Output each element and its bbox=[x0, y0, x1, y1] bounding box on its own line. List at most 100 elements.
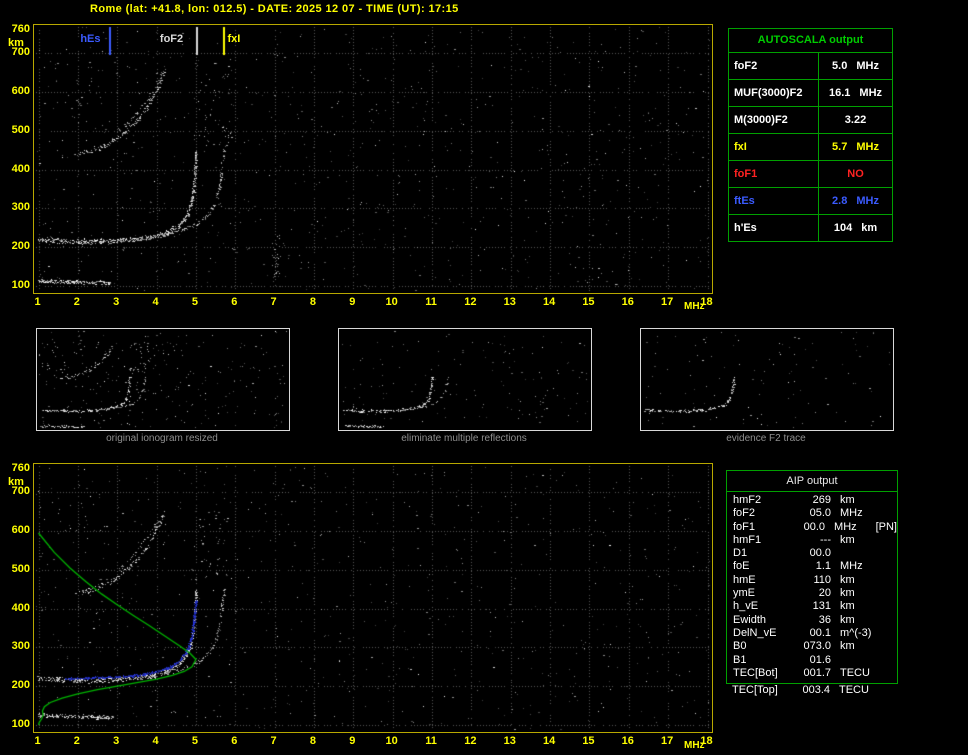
parameter-value: 00.0 bbox=[809, 547, 831, 560]
table-row: foF2 5.0 MHz bbox=[729, 53, 892, 80]
marker-label-hEs: hEs bbox=[80, 33, 101, 45]
x-axis-tick: 6 bbox=[231, 296, 238, 308]
parameter-name: MUF(3000)F2 bbox=[729, 80, 819, 106]
panel-original-ionogram bbox=[36, 328, 290, 431]
x-axis-tick: 11 bbox=[425, 296, 437, 308]
parameter-unit: MHz bbox=[834, 520, 857, 533]
parameter-note bbox=[880, 494, 897, 507]
panel-eliminate-canvas bbox=[339, 329, 591, 430]
parameter-note bbox=[880, 667, 897, 680]
table-row: MUF(3000)F2 16.1 MHz bbox=[729, 80, 892, 107]
profile-ionogram-canvas bbox=[34, 464, 712, 732]
parameter-value: 110 bbox=[813, 573, 831, 586]
panel-evidence-f2-trace bbox=[640, 328, 894, 431]
x-axis-tick: 13 bbox=[503, 296, 516, 308]
parameter-name: foE bbox=[733, 560, 750, 573]
value-unit: km bbox=[861, 222, 878, 234]
y-axis-tick: 100 bbox=[11, 718, 30, 730]
parameter-value: 5.0 MHz bbox=[819, 60, 892, 72]
x-axis-tick: 13 bbox=[503, 735, 516, 747]
table-row: h_vE 131 km bbox=[727, 600, 897, 613]
x-axis-tick: 5 bbox=[191, 735, 198, 747]
parameter-name: fxI bbox=[729, 134, 819, 160]
table-row: hmF2 269 km bbox=[727, 494, 897, 507]
parameter-name: ftEs bbox=[729, 188, 819, 214]
x-axis-tick: 14 bbox=[542, 735, 556, 747]
x-axis-tick: 8 bbox=[309, 735, 317, 747]
parameter-note bbox=[880, 614, 897, 627]
table-row: fxI 5.7 MHz bbox=[729, 134, 892, 161]
table-row: hmE 110 km bbox=[727, 574, 897, 587]
parameter-unit bbox=[831, 547, 880, 560]
aip-output-table: AIP output hmF2 269 km foF2 05.0 MHz foF1 00.0 M… bbox=[726, 470, 898, 685]
x-axis-tick: 7 bbox=[270, 735, 277, 747]
value-unit: MHz bbox=[856, 195, 879, 207]
table-row: TEC[Bot] 001.7 TECU bbox=[727, 667, 897, 680]
main-ionogram-canvas bbox=[34, 25, 712, 293]
parameter-note bbox=[880, 534, 897, 547]
table-row: hmF1 --- km bbox=[727, 534, 897, 547]
x-axis-tick: 15 bbox=[582, 296, 595, 308]
parameter-value: 01.6 bbox=[809, 653, 831, 666]
parameter-name: B0 bbox=[733, 640, 747, 653]
table-row: ftEs 2.8 MHz bbox=[729, 188, 892, 215]
parameter-note: [PN] bbox=[875, 520, 897, 533]
parameter-value: 00.1 bbox=[809, 626, 831, 639]
table-row: TEC[Top] 003.4 TECU bbox=[726, 684, 896, 697]
panel-caption-eliminate: eliminate multiple reflections bbox=[401, 433, 527, 444]
parameter-name: foF1 bbox=[733, 520, 756, 533]
y-axis-tick: 400 bbox=[11, 162, 30, 175]
y-axis-tick: 500 bbox=[11, 123, 30, 136]
value-number: NO bbox=[847, 168, 864, 180]
y-axis-tick: 300 bbox=[11, 201, 30, 214]
parameter-name: foF2 bbox=[733, 507, 756, 520]
parameter-unit: km bbox=[840, 494, 855, 506]
y-axis-tick: 700 bbox=[11, 46, 30, 59]
table-row: D1 00.0 bbox=[727, 547, 897, 560]
x-axis-tick: 2 bbox=[73, 296, 80, 308]
parameter-unit: TECU bbox=[840, 666, 870, 679]
parameter-name: h_vE bbox=[733, 600, 759, 613]
parameter-name: B1 bbox=[733, 653, 747, 666]
table-row: foF1 00.0 MHz [PN] bbox=[727, 521, 897, 534]
x-axis-tick: 15 bbox=[582, 735, 595, 747]
value-number: 5.7 bbox=[832, 141, 848, 153]
parameter-value: 36 bbox=[818, 613, 831, 626]
parameter-name: hmF1 bbox=[733, 533, 762, 546]
parameter-unit: km bbox=[840, 587, 855, 600]
autoscala-output-table: AUTOSCALA output foF2 5.0 MHz MUF(3000)F2 16… bbox=[728, 28, 893, 242]
profile-ionogram-plot bbox=[33, 463, 713, 733]
x-axis-tick: 2 bbox=[73, 735, 80, 747]
x-axis-tick: 5 bbox=[191, 296, 198, 308]
parameter-value: 3.22 bbox=[819, 114, 892, 126]
parameter-unit: m^(-3) bbox=[840, 626, 872, 639]
parameter-value: NO bbox=[819, 168, 892, 180]
x-axis-tick: 10 bbox=[385, 296, 398, 308]
y-axis-tick: 200 bbox=[11, 679, 30, 692]
y-axis-tick: 760 bbox=[11, 23, 30, 35]
aip-tec-top-row: TEC[Top] 003.4 TECU bbox=[726, 684, 896, 697]
table-row: foF1 NO bbox=[729, 161, 892, 188]
value-number: 3.22 bbox=[844, 114, 867, 126]
parameter-value: 001.7 bbox=[803, 666, 831, 679]
parameter-note bbox=[879, 684, 896, 697]
autoscala-table-rows: foF2 5.0 MHz MUF(3000)F2 16.1 MHz M(3000)F2 3.2… bbox=[729, 53, 892, 241]
y-axis-tick: 500 bbox=[11, 562, 30, 575]
parameter-value: --- bbox=[820, 533, 831, 546]
x-axis-tick: 17 bbox=[661, 735, 674, 747]
parameter-name: TEC[Bot] bbox=[733, 666, 778, 679]
y-axis-tick: 600 bbox=[11, 85, 30, 98]
parameter-note bbox=[880, 547, 897, 560]
parameter-note bbox=[880, 587, 897, 600]
main-ionogram-plot bbox=[33, 24, 713, 294]
table-row: ymE 20 km bbox=[727, 587, 897, 600]
panel-evidence-canvas bbox=[641, 329, 893, 430]
x-axis-tick: 18 bbox=[700, 735, 713, 747]
parameter-note bbox=[880, 507, 897, 520]
parameter-unit: km bbox=[840, 613, 855, 626]
parameter-unit: km bbox=[840, 640, 855, 653]
parameter-note bbox=[880, 640, 897, 653]
parameter-name: M(3000)F2 bbox=[729, 107, 819, 133]
parameter-value: 00.0 bbox=[803, 520, 826, 533]
x-axis-tick: 16 bbox=[621, 735, 634, 747]
